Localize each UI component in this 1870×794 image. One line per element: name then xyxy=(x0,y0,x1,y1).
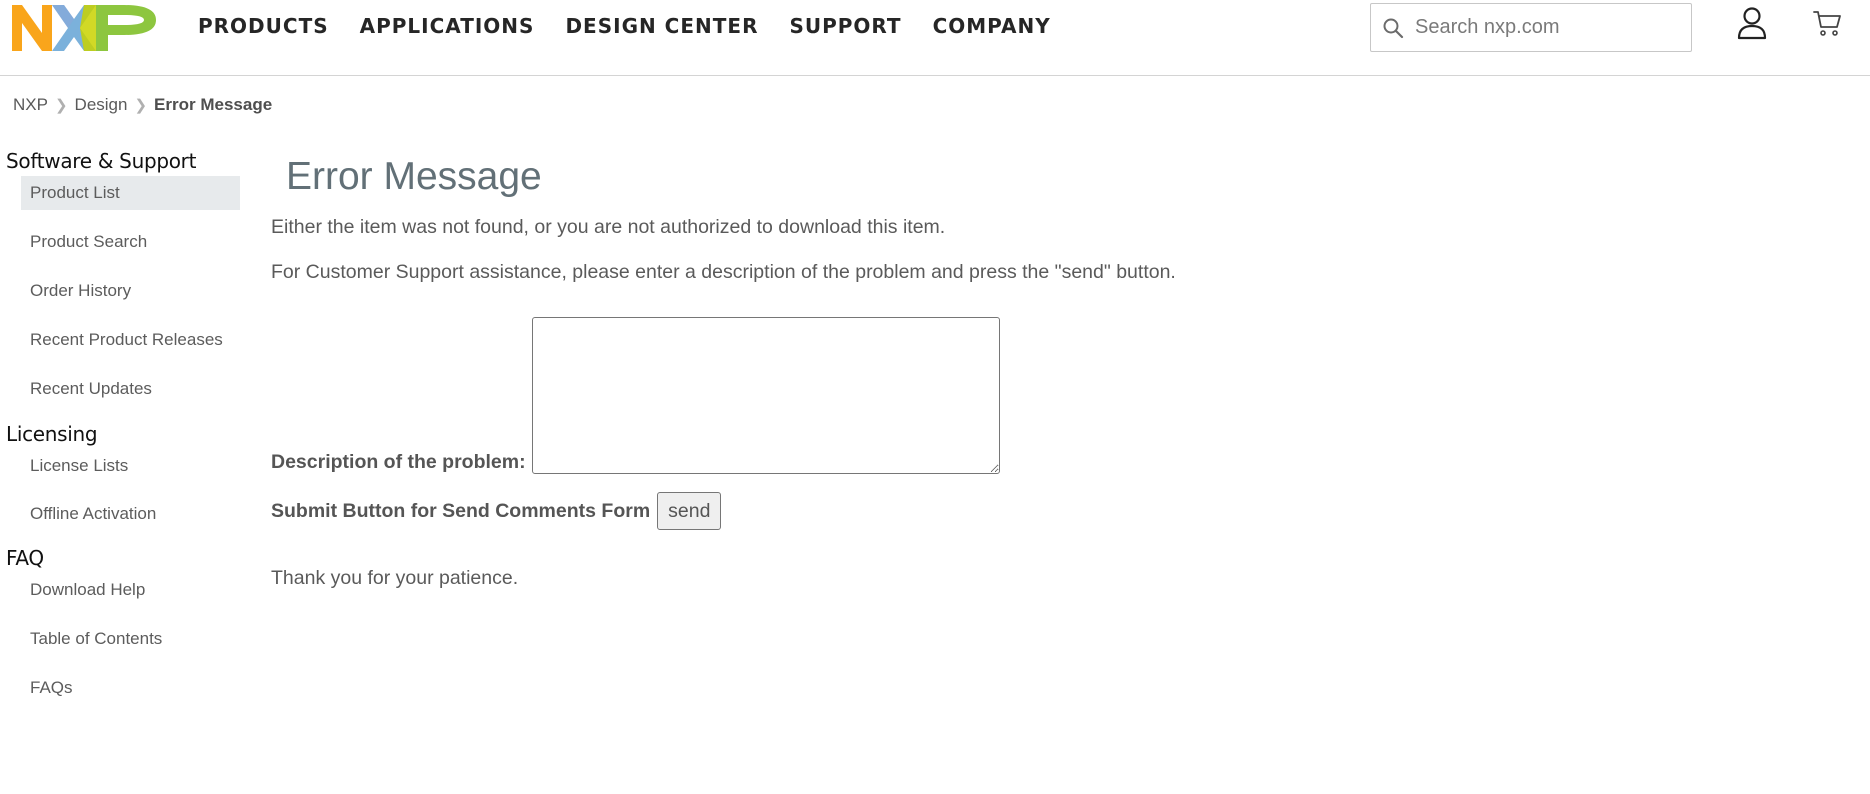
thanks-text: Thank you for your patience. xyxy=(271,567,519,589)
description-field[interactable] xyxy=(531,317,1000,474)
sidebar-item-offline-activation[interactable]: Offline Activation xyxy=(21,497,240,531)
sidebar-item-table-of-contents[interactable]: Table of Contents xyxy=(21,622,240,656)
main-content: Error Message Either the item was not fo… xyxy=(271,152,1771,589)
nav-company[interactable]: COMPANY xyxy=(933,14,1051,38)
search-input[interactable] xyxy=(1415,16,1675,39)
site-header: PRODUCTS APPLICATIONS DESIGN CENTER SUPP… xyxy=(0,0,1870,76)
nav-products[interactable]: PRODUCTS xyxy=(198,14,329,38)
user-icon[interactable] xyxy=(1736,6,1768,40)
support-instructions: For Customer Support assistance, please … xyxy=(271,261,1176,283)
search-box[interactable] xyxy=(1370,3,1692,52)
sidebar-item-faqs[interactable]: FAQs xyxy=(21,671,240,705)
sidebar-item-product-list[interactable]: Product List xyxy=(21,176,240,210)
chevron-right-icon: ❯ xyxy=(134,97,148,114)
sidebar-group-licensing: Licensing License Lists Offline Activati… xyxy=(0,419,240,531)
sidebar-item-recent-updates[interactable]: Recent Updates xyxy=(21,372,240,406)
sidebar: Software & Support Product List Product … xyxy=(0,146,240,720)
breadcrumb: NXP ❯ Design ❯ Error Message xyxy=(13,95,272,115)
submit-row: Submit Button for Send Comments Form sen… xyxy=(271,492,722,530)
nxp-logo[interactable] xyxy=(12,3,156,53)
sidebar-heading: FAQ xyxy=(6,546,44,570)
description-row: Description of the problem: xyxy=(271,317,1000,474)
sidebar-heading: Licensing xyxy=(6,422,98,446)
sidebar-group-software-support: Software & Support Product List Product … xyxy=(0,146,240,406)
cart-icon[interactable] xyxy=(1812,8,1842,38)
page-title: Error Message xyxy=(286,155,542,198)
sidebar-item-license-lists[interactable]: License Lists xyxy=(21,449,240,483)
sidebar-item-product-search[interactable]: Product Search xyxy=(21,225,240,259)
sidebar-item-recent-product-releases[interactable]: Recent Product Releases xyxy=(21,323,240,357)
sidebar-item-download-help[interactable]: Download Help xyxy=(21,573,240,607)
chevron-right-icon: ❯ xyxy=(54,97,68,114)
nav-support[interactable]: SUPPORT xyxy=(789,14,901,38)
sidebar-group-faq: FAQ Download Help Table of Contents FAQs xyxy=(0,543,240,705)
sidebar-item-order-history[interactable]: Order History xyxy=(21,274,240,308)
sidebar-heading: Software & Support xyxy=(6,149,197,173)
description-label: Description of the problem: xyxy=(271,451,526,473)
breadcrumb-design[interactable]: Design xyxy=(75,95,128,115)
error-message: Either the item was not found, or you ar… xyxy=(271,216,946,238)
search-icon[interactable] xyxy=(1381,16,1405,40)
main-nav: PRODUCTS APPLICATIONS DESIGN CENTER SUPP… xyxy=(198,14,1082,38)
nav-applications[interactable]: APPLICATIONS xyxy=(360,14,535,38)
submit-label: Submit Button for Send Comments Form xyxy=(271,499,651,522)
breadcrumb-current: Error Message xyxy=(154,95,273,114)
breadcrumb-nxp[interactable]: NXP xyxy=(13,95,48,115)
send-button[interactable]: send xyxy=(657,492,722,530)
nav-design-center[interactable]: DESIGN CENTER xyxy=(565,14,758,38)
